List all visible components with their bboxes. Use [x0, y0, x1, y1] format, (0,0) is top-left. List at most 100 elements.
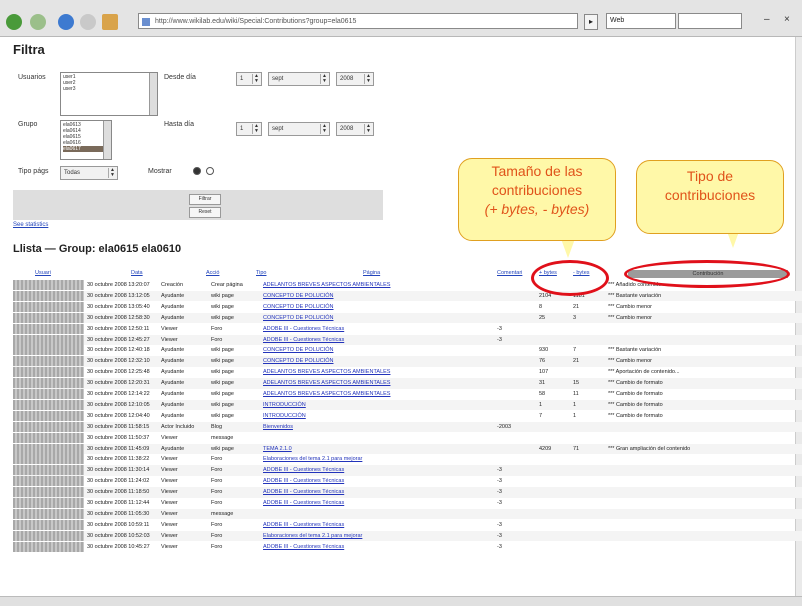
tipo-value: Todas [64, 170, 81, 176]
url-text: http://www.wikilab.edu/wiki/Special:Cont… [155, 18, 357, 25]
user-listbox[interactable]: user1 user2 user3 [60, 72, 158, 116]
table-row: 30 octubre 2008 12:25:48 Ayudante wiki pag… [13, 367, 802, 378]
header-usuari[interactable]: Usuari [35, 270, 51, 276]
table-row: 30 octubre 2008 12:20:31 Ayudante wiki pag… [13, 378, 802, 389]
bytes-highlight-ellipse [531, 260, 609, 296]
type-cell: wiki page [211, 445, 234, 452]
minus-bytes-cell: 15 [573, 380, 580, 387]
page-link[interactable]: ADELANTOS BREVES ASPECTOS AMBIENTALES [263, 389, 493, 399]
reset-button[interactable]: Reset [189, 207, 221, 218]
comment-cell: -3 [497, 467, 502, 474]
date-cell: 30 octubre 2008 10:45:27 [87, 543, 150, 550]
desde-month-select[interactable]: sept ▲ ▼ [268, 72, 330, 86]
user-option[interactable]: user3 [63, 86, 155, 92]
date-cell: 30 octubre 2008 10:52:03 [87, 532, 150, 539]
page-link[interactable]: ADELANTOS BREVES ASPECTOS AMBIENTALES [263, 378, 493, 388]
user-avatar-cell [13, 389, 84, 399]
go-button[interactable]: ▸ [584, 14, 598, 30]
minimize-button[interactable]: – [764, 14, 770, 25]
radio-icon[interactable] [193, 167, 201, 175]
close-button[interactable]: × [784, 14, 790, 25]
page-link[interactable]: INTRODUCCIÓN [263, 400, 493, 410]
group-listbox[interactable]: ela0613 ela0614 ela0615 ela0616 ela0617 [60, 120, 112, 160]
header-tipo[interactable]: Tipo [256, 270, 267, 276]
plus-bytes-cell: 930 [539, 347, 549, 354]
page-link[interactable]: ADOBE III - Cuestiones Técnicas [263, 476, 493, 486]
hasta-day-select[interactable]: 1 ▲ ▼ [236, 122, 262, 136]
hasta-year-value: 2008 [340, 126, 354, 132]
page-link[interactable]: CONCEPTO DE POLUCIÓN [263, 291, 493, 301]
chevron-down-icon: ▲ ▼ [108, 168, 116, 178]
page-link[interactable]: CONCEPTO DE POLUCIÓN [263, 313, 493, 323]
contribution-cell: *** Cambio de formato [608, 380, 663, 387]
stop-icon[interactable] [80, 14, 96, 30]
type-cell: Foro [211, 532, 223, 539]
header-pagina[interactable]: Página [363, 270, 380, 276]
date-cell: 30 octubre 2008 12:45:27 [87, 336, 150, 343]
table-row: 30 octubre 2008 11:30:14 Viewer Foro ADOBE … [13, 465, 802, 476]
type-cell: Blog [211, 423, 223, 430]
horizontal-scrollbar[interactable] [0, 596, 802, 606]
page-link[interactable]: CONCEPTO DE POLUCIÓN [263, 302, 493, 312]
type-cell: Foro [211, 467, 223, 474]
type-cell: Foro [211, 543, 223, 550]
search-input[interactable] [678, 13, 742, 29]
listbox-scrollbar[interactable] [149, 73, 157, 115]
desde-year-select[interactable]: 2008 ▲ ▼ [336, 72, 374, 86]
home-icon[interactable] [102, 14, 118, 30]
page-link[interactable]: CONCEPTO DE POLUCIÓN [263, 356, 493, 366]
page-link[interactable]: ADOBE III - Cuestiones Técnicas [263, 324, 493, 334]
page-link[interactable]: ADOBE III - Cuestiones Técnicas [263, 487, 493, 497]
page-link[interactable]: ADOBE III - Cuestiones Técnicas [263, 465, 493, 475]
user-avatar-cell [13, 323, 84, 334]
radio-icon[interactable] [206, 167, 214, 175]
hasta-year-select[interactable]: 2008 ▲ ▼ [336, 122, 374, 136]
plus-bytes-cell: 7 [539, 412, 543, 419]
page-link[interactable]: ADOBE III - Cuestiones Técnicas [263, 335, 493, 345]
page-link[interactable]: ADOBE III - Cuestiones Técnicas [263, 542, 493, 552]
page-link[interactable]: CONCEPTO DE POLUCIÓN [263, 345, 493, 355]
page-link[interactable]: ADELANTOS BREVES ASPECTOS AMBIENTALES [263, 367, 493, 377]
page-link[interactable]: Elaboraciones del tema 2.1 para mejorar [263, 454, 493, 464]
group-label: Grupo [18, 121, 38, 128]
date-cell: 30 octubre 2008 11:12:44 [87, 500, 150, 506]
type-cell: Foro [211, 500, 223, 506]
page-link[interactable]: TEMA 2.1.0 [263, 444, 493, 454]
table-row: 30 octubre 2008 13:05:40 Ayudante wiki pag… [13, 301, 802, 313]
comment-cell: -3 [497, 500, 502, 506]
action-cell: Viewer [161, 521, 178, 528]
table-row: 30 octubre 2008 11:45:09 Ayudante wiki pag… [13, 443, 802, 454]
page-link[interactable]: Elaboraciones del tema 2.1 para mejorar [263, 531, 493, 541]
forward-icon[interactable] [30, 14, 46, 30]
page-link[interactable]: ADELANTOS BREVES ASPECTOS AMBIENTALES [263, 280, 493, 290]
filter-button[interactable]: Filtrar [189, 194, 221, 205]
date-cell: 30 octubre 2008 11:45:09 [87, 445, 150, 452]
filter-title: Filtra [13, 42, 45, 57]
date-cell: 30 octubre 2008 12:10:05 [87, 401, 150, 408]
header-data[interactable]: Data [131, 270, 143, 276]
header-accio[interactable]: Acció [206, 270, 219, 276]
reload-icon[interactable] [58, 14, 74, 30]
action-cell: Ayudante [161, 314, 185, 321]
desde-label: Desde día [164, 74, 196, 81]
hasta-month-select[interactable]: sept ▲ ▼ [268, 122, 330, 136]
back-icon[interactable] [6, 14, 22, 30]
page-link[interactable]: ADOBE III - Cuestiones Técnicas [263, 498, 493, 508]
action-cell: Creación [161, 282, 184, 288]
desde-day-select[interactable]: 1 ▲ ▼ [236, 72, 262, 86]
table-row: 30 octubre 2008 11:58:15 Actor Incluido Bl… [13, 421, 802, 433]
listbox-scrollbar[interactable] [103, 121, 111, 159]
statistics-link[interactable]: See statistics [13, 222, 48, 228]
desde-month-value: sept [272, 76, 284, 82]
action-cell: Ayudante [161, 369, 185, 376]
page-link[interactable]: ADOBE III - Cuestiones Técnicas [263, 520, 493, 530]
search-engine-select[interactable]: Web [606, 13, 676, 29]
action-cell: Viewer [161, 500, 178, 506]
tipo-select[interactable]: Todas ▲ ▼ [60, 166, 118, 180]
action-cell: Ayudante [161, 303, 185, 310]
header-comentari[interactable]: Comentari [497, 270, 522, 276]
page-link[interactable]: Bienvenidos [263, 422, 493, 432]
address-bar[interactable]: http://www.wikilab.edu/wiki/Special:Cont… [138, 13, 578, 29]
date-cell: 30 octubre 2008 10:59:11 [87, 521, 150, 528]
page-link[interactable]: INTRODUCCIÓN [263, 411, 493, 421]
